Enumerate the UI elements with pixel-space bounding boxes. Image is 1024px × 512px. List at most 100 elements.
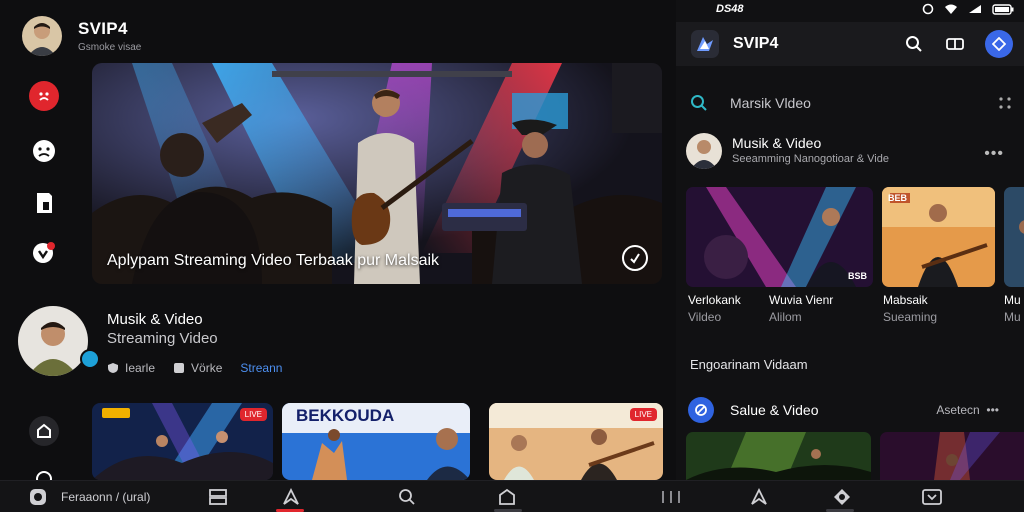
channel-block: Musik & Video Streaming Video Iearle Vör… bbox=[18, 306, 282, 376]
section-title: Engoarinam Vidaam bbox=[690, 357, 808, 372]
search-placeholder: Marsik Vldeo bbox=[730, 95, 811, 111]
verified-badge-icon bbox=[80, 349, 100, 369]
status-icons bbox=[922, 3, 1014, 15]
channel-avatar[interactable] bbox=[18, 306, 88, 376]
card-title: Mabsaik bbox=[883, 293, 928, 307]
explore-icon bbox=[283, 488, 299, 505]
profile-icon[interactable] bbox=[985, 30, 1013, 58]
card-title: Mu bbox=[1004, 293, 1021, 307]
channel-title: Musik & Video bbox=[107, 311, 203, 328]
nav-item-explore[interactable] bbox=[282, 487, 300, 507]
nav-item-games[interactable] bbox=[832, 487, 852, 507]
card-badge: BSB bbox=[847, 271, 867, 281]
shield-icon bbox=[108, 363, 118, 373]
top-app-bar: SVIP4 bbox=[676, 22, 1024, 66]
nav-item-library[interactable] bbox=[209, 487, 227, 507]
thumbnail-image bbox=[686, 187, 873, 287]
channel-subtitle: Seeamming Nanogotioar & Vide bbox=[732, 153, 889, 165]
video-thumbnail[interactable]: LIVE bbox=[92, 403, 273, 480]
search-bar[interactable]: Marsik Vldeo bbox=[690, 90, 1012, 116]
channel-action-1[interactable]: Iearle bbox=[107, 361, 155, 375]
battery-icon bbox=[992, 3, 1014, 15]
app-title: SVIP4 bbox=[733, 35, 779, 52]
thumbnail-image bbox=[686, 432, 871, 480]
channel-action-label: Vörke bbox=[191, 361, 223, 375]
more-options-icon[interactable]: ••• bbox=[984, 145, 1004, 163]
live-badge: LIVE bbox=[239, 408, 267, 421]
card-title: Verlokank bbox=[688, 293, 741, 307]
grid-icon[interactable] bbox=[998, 96, 1012, 110]
category-row[interactable]: Salue & Video Asetecn ••• bbox=[688, 397, 1014, 423]
channel-title: Musik & Video bbox=[732, 135, 822, 151]
alarm-icon bbox=[922, 3, 934, 15]
channel-subtitle: Streaming Video bbox=[107, 330, 218, 347]
check-icon[interactable] bbox=[622, 245, 648, 271]
app-title: SVIP4 bbox=[78, 19, 128, 38]
category-label: Salue & Video bbox=[730, 402, 819, 418]
nav-item-cast[interactable] bbox=[922, 487, 942, 507]
channel-avatar[interactable] bbox=[686, 133, 722, 169]
profile-icon bbox=[30, 489, 46, 505]
video-thumbnail[interactable]: BEKKOUDA bbox=[282, 403, 470, 480]
thumbnail-image bbox=[1004, 187, 1024, 287]
status-time: DS48 bbox=[716, 3, 744, 15]
heart-badge-icon[interactable] bbox=[29, 238, 59, 268]
video-card[interactable] bbox=[1004, 187, 1024, 287]
search-icon bbox=[399, 489, 415, 505]
search-icon[interactable] bbox=[904, 34, 924, 54]
card-subtitle: Mu bbox=[1004, 310, 1021, 324]
card-subtitle: Alilom bbox=[769, 310, 802, 324]
app-subtitle: Gsmoke visae bbox=[78, 42, 142, 53]
thumbnail-image bbox=[880, 432, 1024, 480]
wifi-icon bbox=[945, 4, 957, 14]
nav-item-home[interactable] bbox=[498, 487, 516, 507]
status-bar: DS48 bbox=[676, 0, 1024, 20]
signal-icon bbox=[969, 5, 981, 13]
channel-action-label: Iearle bbox=[125, 361, 156, 375]
home-icon bbox=[499, 488, 515, 505]
video-card[interactable]: BEB bbox=[882, 187, 995, 287]
thumbnail-row: LIVE BEKKOUDA LIVE bbox=[92, 403, 663, 480]
video-carousel: BSB Verlokank Vildeo Wuvia Vienr Alilom … bbox=[686, 187, 1024, 327]
sad-face-icon[interactable] bbox=[29, 81, 59, 111]
card-subtitle: Sueaming bbox=[883, 310, 938, 324]
right-pane: DS48 SVIP4 Marsik Vldeo Musik & Video Se… bbox=[676, 0, 1024, 480]
category-more[interactable]: Asetecn ••• bbox=[936, 403, 999, 417]
nav-item-profile[interactable]: Feraaonn / (ural) bbox=[28, 487, 150, 507]
app-logo-icon[interactable] bbox=[691, 30, 719, 58]
nav-item-search[interactable] bbox=[398, 487, 416, 507]
card-title: Wuvia Vienr bbox=[769, 293, 834, 307]
nav-item-explore-right[interactable] bbox=[750, 487, 768, 507]
video-card[interactable] bbox=[880, 432, 1024, 480]
bottom-thumbnails bbox=[686, 432, 1024, 480]
left-pane: SVIP4 Gsmoke visae Aplypam Streaming Vid… bbox=[0, 0, 676, 487]
home-icon[interactable] bbox=[29, 416, 59, 446]
user-avatar[interactable] bbox=[22, 16, 62, 56]
library-icon[interactable] bbox=[945, 34, 965, 54]
channel-actions: Iearle Vörke Streann bbox=[107, 361, 282, 375]
document-icon[interactable] bbox=[29, 188, 59, 218]
gamepad-icon bbox=[834, 489, 850, 505]
nav-item-recents[interactable] bbox=[660, 487, 682, 507]
card-badge: BEB bbox=[888, 193, 908, 203]
channel-action-2[interactable]: Vörke bbox=[173, 361, 222, 375]
cast-icon bbox=[922, 489, 942, 505]
card-subtitle: Vildeo bbox=[688, 310, 722, 324]
bottom-navigation: Feraaonn / (ural) bbox=[0, 480, 1024, 512]
concert-image bbox=[92, 63, 662, 284]
frown-icon[interactable] bbox=[29, 136, 59, 166]
video-thumbnail[interactable]: LIVE bbox=[489, 403, 663, 480]
explore-icon bbox=[751, 488, 767, 505]
recents-icon bbox=[662, 491, 680, 503]
category-icon bbox=[688, 397, 714, 423]
video-card[interactable]: BSB bbox=[686, 187, 873, 287]
nav-label: Feraaonn / (ural) bbox=[61, 490, 151, 504]
live-badge: LIVE bbox=[629, 408, 657, 421]
channel-row[interactable]: Musik & Video Seeamming Nanogotioar & Vi… bbox=[686, 131, 1016, 171]
library-icon bbox=[209, 489, 227, 505]
video-card[interactable] bbox=[686, 432, 871, 480]
stream-link[interactable]: Streann bbox=[240, 361, 282, 375]
category-more-label: Asetecn bbox=[936, 403, 980, 417]
hero-banner[interactable]: Aplypam Streaming Video Terbaak pur Mals… bbox=[92, 63, 662, 284]
search-icon bbox=[691, 95, 707, 111]
